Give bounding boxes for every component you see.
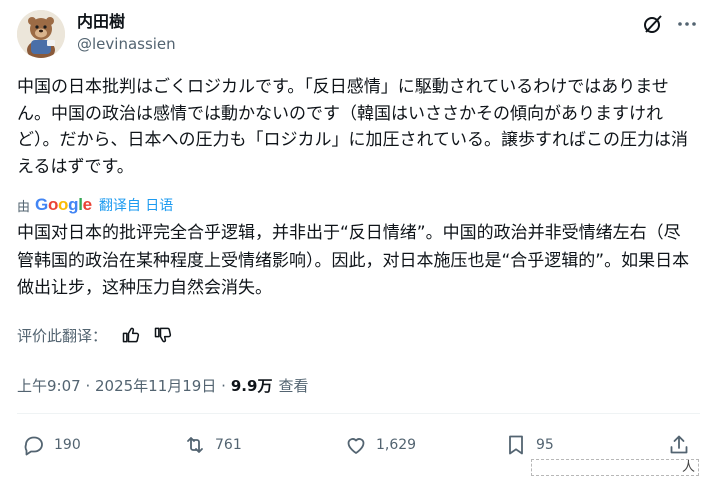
views-count: 9.9万	[230, 376, 273, 395]
thumbs-up-icon[interactable]	[121, 325, 141, 345]
post-original-text: 中国の日本批判はごくロジカルです。「反日感情」に駆動されているわけではありません…	[17, 77, 688, 177]
share-button[interactable]	[667, 430, 691, 460]
reply-button[interactable]: 190	[22, 430, 81, 460]
translated-by-prefix: 由	[17, 199, 31, 215]
bookmark-button[interactable]: 95	[504, 430, 554, 460]
rate-translation: 评价此翻译：	[17, 323, 173, 347]
action-bar: 190 761 1,629 95	[17, 430, 700, 460]
bookmark-icon	[509, 435, 523, 455]
repost-button[interactable]: 761	[183, 430, 242, 460]
reply-icon	[24, 436, 43, 456]
repost-icon	[187, 437, 203, 453]
grok-icon	[644, 15, 662, 33]
google-logo-letter: G	[35, 195, 48, 214]
more-icon	[678, 22, 696, 26]
google-logo-letter: e	[82, 195, 92, 214]
author-names: 内田樹 @levinassien	[77, 12, 176, 54]
author-handle[interactable]: @levinassien	[77, 34, 176, 54]
post-translated-text: 中国对日本的批评完全合乎逻辑，并非出于“反日情绪”。中国的政治并非受情绪左右（尽…	[17, 223, 690, 298]
google-logo-letter: o	[47, 195, 59, 214]
bookmark-count: 95	[536, 437, 554, 453]
share-icon	[670, 435, 688, 454]
avatar-illustration	[17, 10, 65, 58]
watermark-text: 人	[681, 460, 695, 475]
google-logo: Google	[35, 195, 92, 215]
divider	[17, 413, 700, 414]
post-timestamp[interactable]: 上午9:07 · 2025年11月19日 ·	[17, 375, 226, 396]
repost-count: 761	[215, 437, 242, 453]
watermark: 人	[531, 459, 699, 476]
rate-translation-label: 评价此翻译：	[17, 326, 108, 345]
author-display-name[interactable]: 内田樹	[77, 12, 176, 32]
post-header: 内田樹 @levinassien	[17, 10, 700, 62]
like-button[interactable]: 1,629	[344, 430, 416, 460]
views-label: 查看	[278, 376, 309, 395]
google-logo-letter: g	[68, 195, 79, 214]
more-button[interactable]	[675, 12, 699, 36]
post-meta: 上午9:07 · 2025年11月19日 · 9.9万 查看	[17, 373, 308, 397]
like-count: 1,629	[376, 437, 417, 453]
translation-attribution: 由 Google 翻译自 日语	[17, 194, 173, 216]
heart-icon	[347, 438, 365, 454]
translated-from-link[interactable]: 翻译自 日语	[99, 195, 173, 215]
thumbs-down-icon[interactable]	[153, 325, 173, 345]
google-logo-letter: o	[58, 195, 69, 214]
reply-count: 190	[54, 437, 81, 453]
avatar[interactable]	[17, 10, 65, 58]
grok-button[interactable]	[641, 12, 665, 36]
